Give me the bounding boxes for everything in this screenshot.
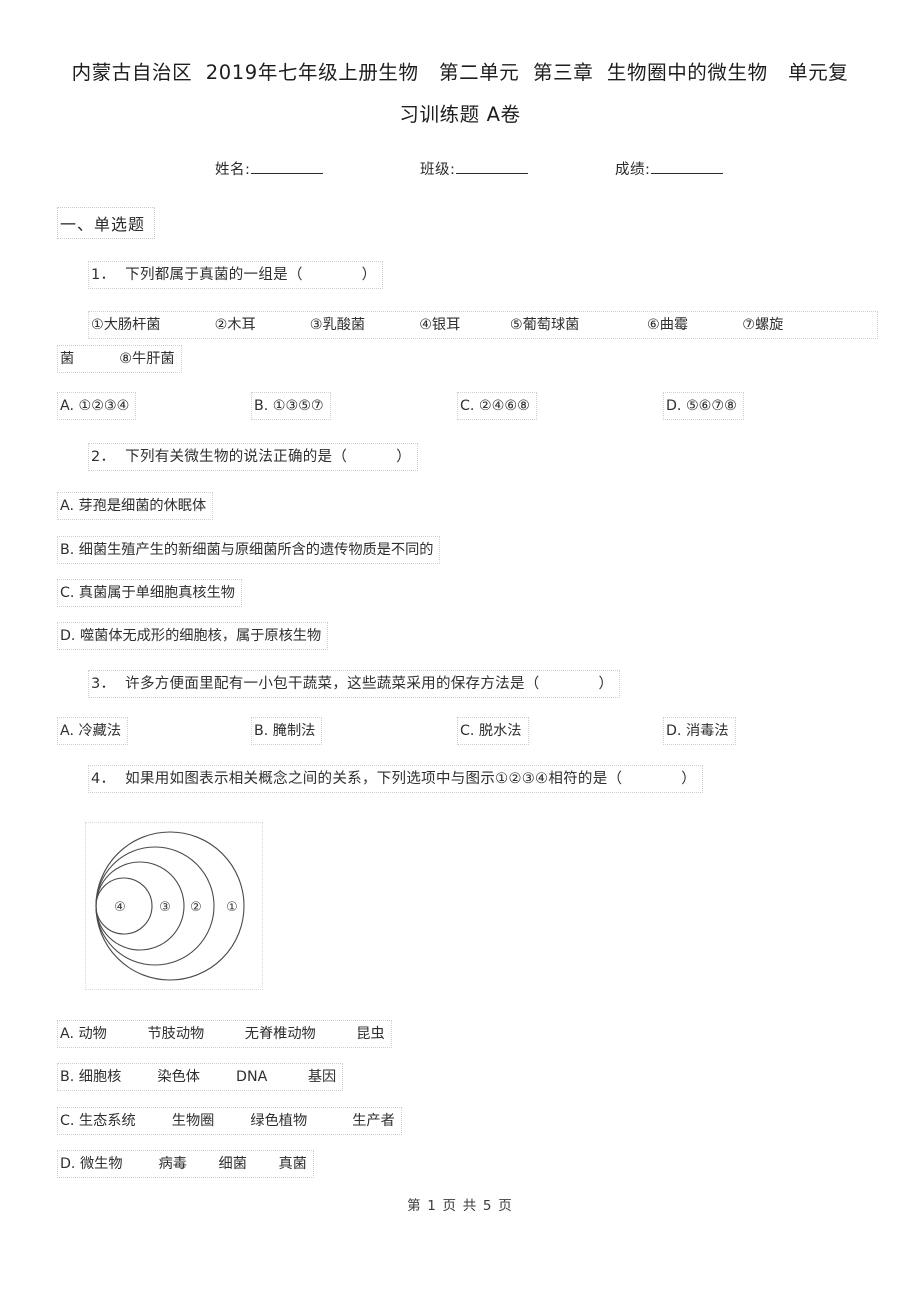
question-3-option-a[interactable]: A. 冷藏法 bbox=[57, 717, 129, 745]
question-2-stem: 2． 下列有关微生物的说法正确的是（ ） bbox=[88, 443, 419, 471]
score-field[interactable]: 成绩: bbox=[615, 158, 724, 179]
figure-label-4: ④ bbox=[114, 900, 126, 915]
name-field[interactable]: 姓名: bbox=[215, 158, 324, 179]
name-blank[interactable] bbox=[251, 160, 324, 174]
question-4-option-d[interactable]: D. 微生物 病毒 细菌 真菌 bbox=[57, 1150, 314, 1178]
page-title: 内蒙古自治区 2019年七年级上册生物 第二单元 第三章 生物圈中的微生物 单元… bbox=[60, 52, 860, 136]
nested-circles-diagram: ④ ③ ② ① bbox=[95, 831, 245, 981]
name-label: 姓名: bbox=[215, 162, 251, 178]
question-4-stem: 4． 如果用如图表示相关概念之间的关系，下列选项中与图示①②③④相符的是（ ） bbox=[88, 765, 704, 793]
class-field[interactable]: 班级: bbox=[420, 158, 529, 179]
question-4-option-c[interactable]: C. 生态系统 生物圈 绿色植物 生产者 bbox=[57, 1107, 402, 1135]
title-line-2: 习训练题 A卷 bbox=[399, 103, 521, 126]
question-4-option-b[interactable]: B. 细胞核 染色体 DNA 基因 bbox=[57, 1063, 344, 1091]
score-blank[interactable] bbox=[651, 160, 724, 174]
question-1-stem: 1． 下列都属于真菌的一组是（ ） bbox=[88, 261, 384, 289]
question-2-option-b[interactable]: B. 细菌生殖产生的新细菌与原细菌所含的遗传物质是不同的 bbox=[57, 536, 441, 564]
question-4-option-a[interactable]: A. 动物 节肢动物 无脊椎动物 昆虫 bbox=[57, 1020, 392, 1048]
question-2-option-a[interactable]: A. 芽孢是细菌的休眠体 bbox=[57, 492, 214, 520]
question-3-option-c[interactable]: C. 脱水法 bbox=[457, 717, 529, 745]
question-1-option-d[interactable]: D. ⑤⑥⑦⑧ bbox=[663, 392, 744, 420]
document-page: 内蒙古自治区 2019年七年级上册生物 第二单元 第三章 生物圈中的微生物 单元… bbox=[0, 0, 920, 1303]
question-1-option-c[interactable]: C. ②④⑥⑧ bbox=[457, 392, 537, 420]
question-1-option-a[interactable]: A. ①②③④ bbox=[57, 392, 137, 420]
question-1-option-b[interactable]: B. ①③⑤⑦ bbox=[251, 392, 331, 420]
question-2-option-c[interactable]: C. 真菌属于单细胞真核生物 bbox=[57, 579, 242, 607]
figure-label-3: ③ bbox=[159, 900, 171, 915]
student-info-row: 姓名: 班级: 成绩: bbox=[60, 158, 860, 184]
page-footer: 第 1 页 共 5 页 bbox=[407, 1198, 513, 1214]
figure-label-2: ② bbox=[190, 900, 202, 915]
question-4-figure: ④ ③ ② ① bbox=[85, 822, 263, 990]
score-label: 成绩: bbox=[615, 162, 651, 178]
question-1-item-list-line-1: ①大肠杆菌 ②木耳 ③乳酸菌 ④银耳 ⑤葡萄球菌 ⑥曲霉 ⑦螺旋 bbox=[88, 311, 878, 339]
question-3-stem: 3． 许多方便面里配有一小包干蔬菜，这些蔬菜采用的保存方法是（ ） bbox=[88, 670, 621, 698]
title-line-1: 内蒙古自治区 2019年七年级上册生物 第二单元 第三章 生物圈中的微生物 单元… bbox=[71, 61, 849, 84]
question-3-option-b[interactable]: B. 腌制法 bbox=[251, 717, 323, 745]
class-label: 班级: bbox=[420, 162, 456, 178]
question-1-item-list-line-2: 菌 ⑧牛肝菌 bbox=[57, 345, 182, 373]
class-blank[interactable] bbox=[456, 160, 529, 174]
figure-label-1: ① bbox=[226, 900, 238, 915]
question-2-option-d[interactable]: D. 噬菌体无成形的细胞核，属于原核生物 bbox=[57, 622, 329, 650]
section-heading-single-choice: 一、单选题 bbox=[57, 207, 156, 239]
question-3-option-d[interactable]: D. 消毒法 bbox=[663, 717, 736, 745]
